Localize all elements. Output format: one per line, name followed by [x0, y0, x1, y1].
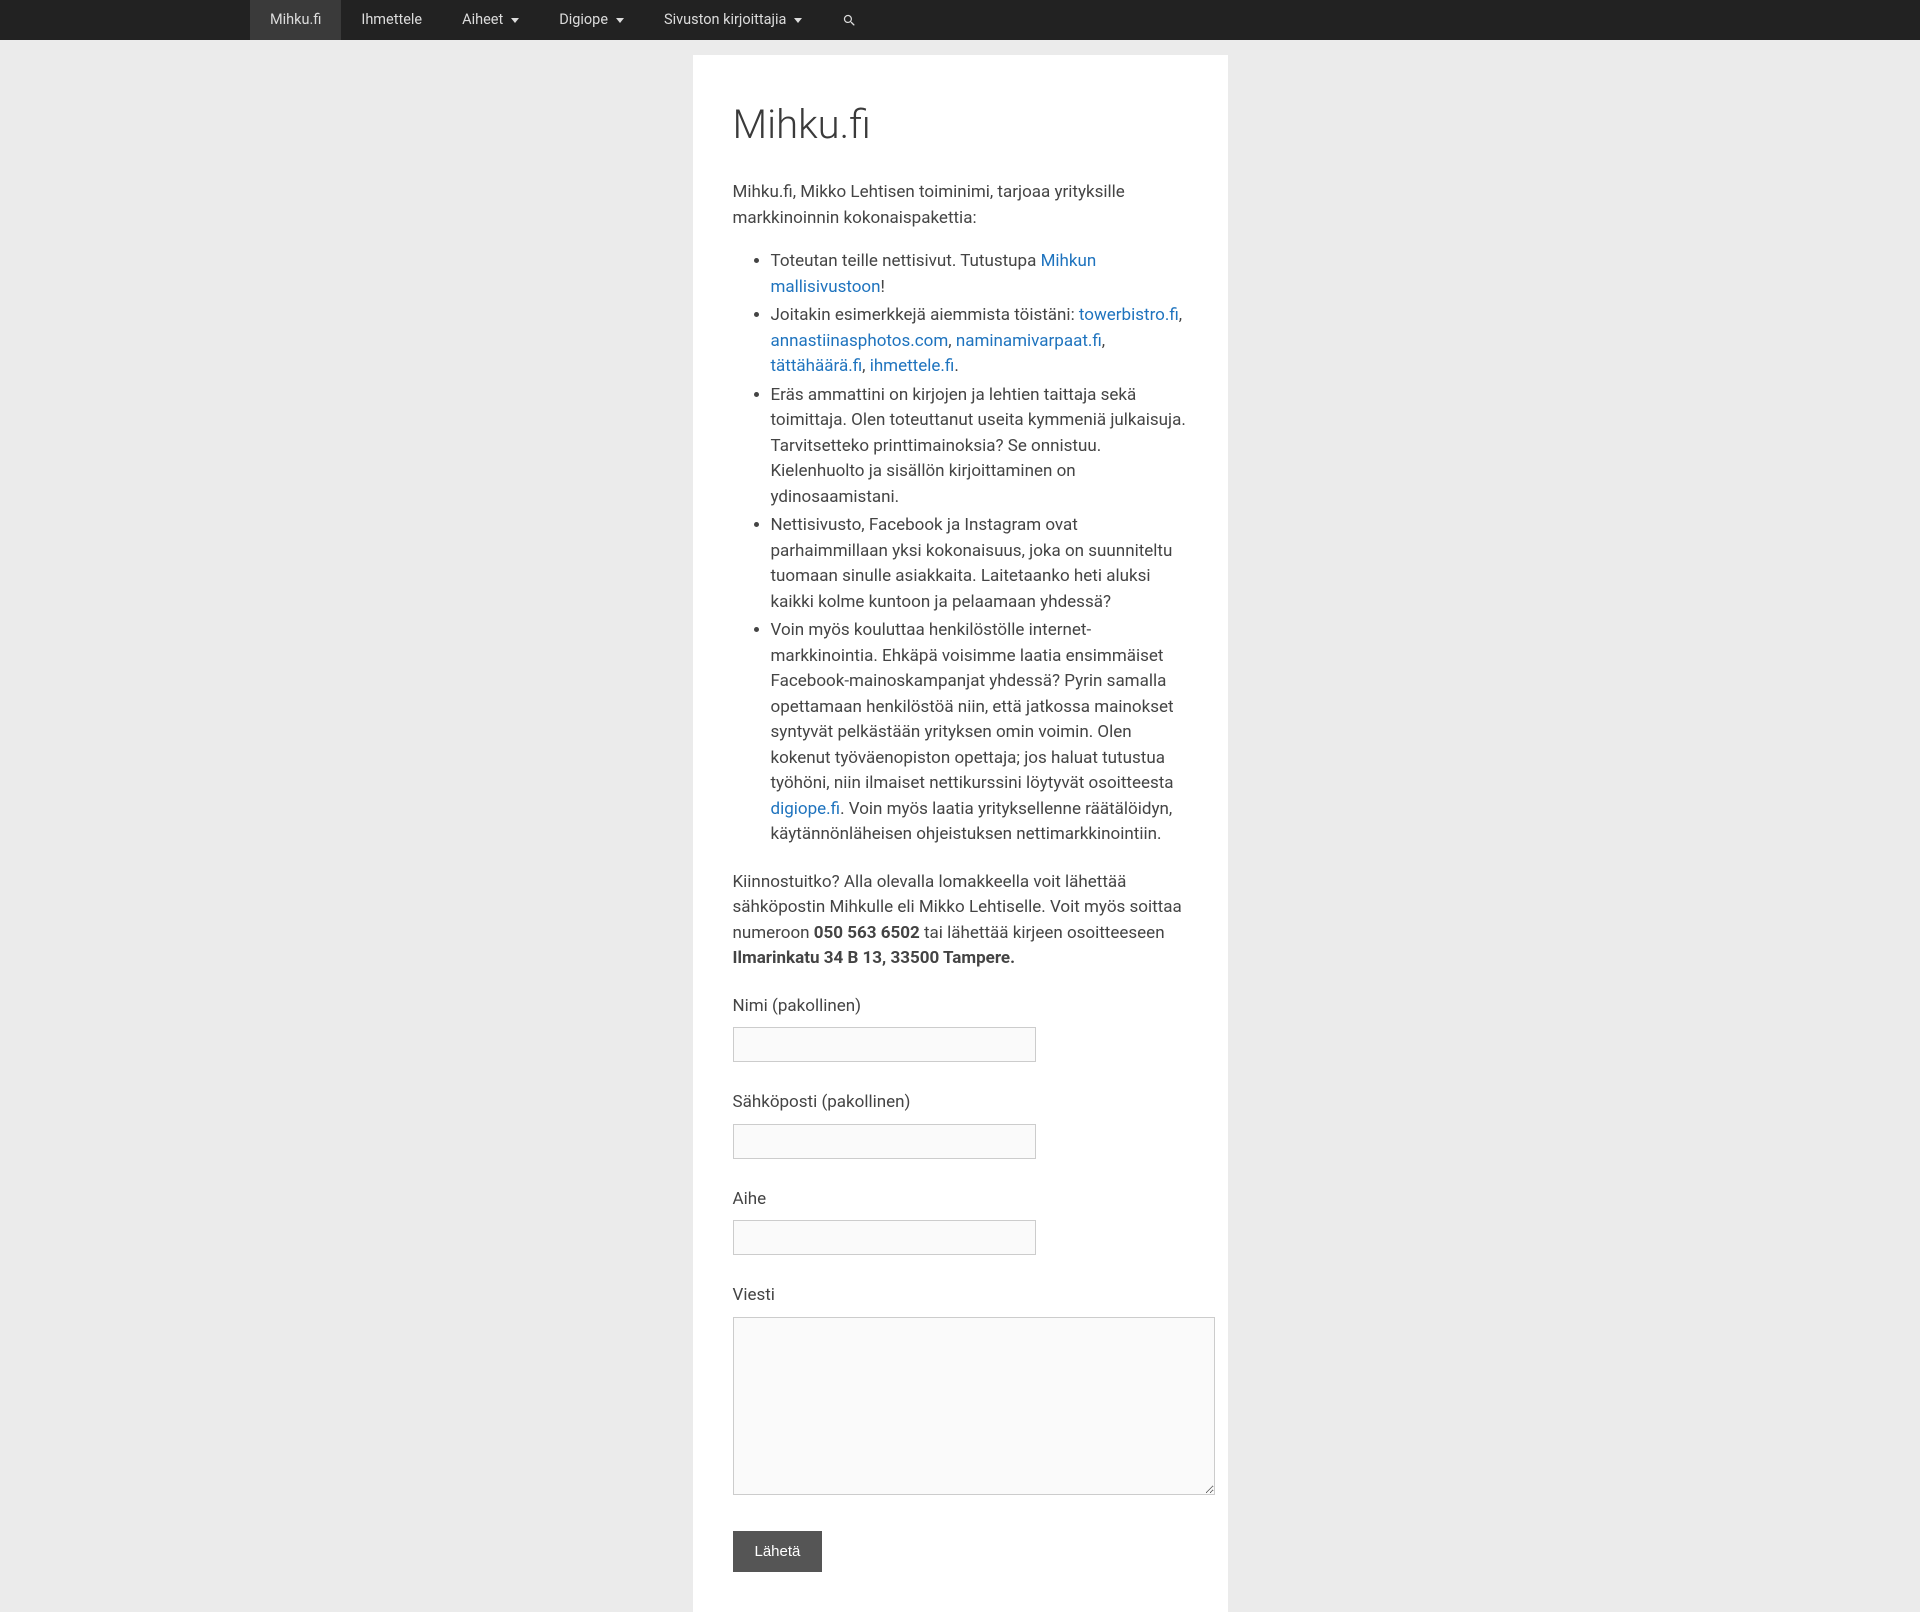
list-item: Toteutan teille nettisivut. Tutustupa Mi…: [771, 249, 1188, 300]
chevron-down-icon: [616, 18, 624, 23]
link-ihmettele[interactable]: ihmettele.fi: [870, 356, 955, 376]
nav-item-digiope[interactable]: Digiope: [539, 0, 644, 40]
nav-item-mihku[interactable]: Mihku.fi: [250, 0, 341, 40]
nav-label: Digiope: [559, 9, 608, 31]
text: ,: [862, 356, 870, 376]
name-input[interactable]: [733, 1027, 1036, 1062]
form-group-email: Sähköposti (pakollinen): [733, 1090, 1188, 1159]
email-label: Sähköposti (pakollinen): [733, 1090, 1188, 1116]
nav-label: Mihku.fi: [270, 9, 321, 31]
nav-item-aiheet[interactable]: Aiheet: [442, 0, 539, 40]
list-item: Nettisivusto, Facebook ja Instagram ovat…: [771, 513, 1188, 615]
nav-label: Aiheet: [462, 9, 503, 31]
text: !: [881, 277, 885, 297]
link-annastiinasphotos[interactable]: annastiinasphotos.com: [771, 331, 949, 351]
text: .: [954, 356, 958, 376]
nav-search-button[interactable]: [822, 0, 877, 40]
postal-address: Ilmarinkatu 34 B 13, 33500 Tampere.: [733, 948, 1016, 968]
search-icon: [842, 13, 857, 28]
list-item: Eräs ammattini on kirjojen ja lehtien ta…: [771, 383, 1188, 511]
nav-item-ihmettele[interactable]: Ihmettele: [341, 0, 442, 40]
chevron-down-icon: [794, 18, 802, 23]
submit-button[interactable]: Lähetä: [733, 1531, 823, 1572]
message-label: Viesti: [733, 1283, 1188, 1309]
text: Toteutan teille nettisivut. Tutustupa: [771, 251, 1041, 271]
form-group-name: Nimi (pakollinen): [733, 994, 1188, 1063]
email-input[interactable]: [733, 1124, 1036, 1159]
text: ,: [1102, 331, 1105, 351]
form-group-subject: Aihe: [733, 1187, 1188, 1256]
content-wrapper: Mihku.fi Mihku.fi, Mikko Lehtisen toimin…: [443, 40, 1478, 1612]
subject-label: Aihe: [733, 1187, 1188, 1213]
nav-label: Ihmettele: [361, 9, 422, 31]
message-textarea[interactable]: [733, 1317, 1215, 1495]
nav-label: Sivuston kirjoittajia: [664, 9, 786, 31]
services-list: Toteutan teille nettisivut. Tutustupa Mi…: [733, 249, 1188, 848]
top-navigation: Mihku.fi Ihmettele Aiheet Digiope Sivust…: [0, 0, 1920, 40]
list-item: Joitakin esimerkkejä aiemmista töistäni:…: [771, 303, 1188, 380]
text: Joitakin esimerkkejä aiemmista töistäni:: [771, 305, 1079, 325]
link-towerbistro[interactable]: towerbistro.fi: [1079, 305, 1179, 325]
text: ,: [1179, 305, 1182, 325]
form-group-message: Viesti: [733, 1283, 1188, 1503]
link-tattahaara[interactable]: tättähäärä.fi: [771, 356, 863, 376]
contact-paragraph: Kiinnostuitko? Alla olevalla lomakkeella…: [733, 870, 1188, 972]
text: Voin myös kouluttaa henkilöstölle intern…: [771, 620, 1174, 793]
name-label: Nimi (pakollinen): [733, 994, 1188, 1020]
intro-paragraph: Mihku.fi, Mikko Lehtisen toiminimi, tarj…: [733, 180, 1188, 231]
link-digiope[interactable]: digiope.fi: [771, 799, 841, 819]
subject-input[interactable]: [733, 1220, 1036, 1255]
text: ,: [948, 331, 956, 351]
contact-form: Nimi (pakollinen) Sähköposti (pakollinen…: [733, 994, 1188, 1573]
link-naminamivarpaat[interactable]: naminamivarpaat.fi: [956, 331, 1102, 351]
main-content: Mihku.fi Mihku.fi, Mikko Lehtisen toimin…: [693, 55, 1228, 1612]
text: tai lähettää kirjeen osoitteeseen: [920, 923, 1165, 943]
list-item: Voin myös kouluttaa henkilöstölle intern…: [771, 618, 1188, 848]
page-title: Mihku.fi: [733, 95, 1188, 155]
nav-item-sivuston-kirjoittajia[interactable]: Sivuston kirjoittajia: [644, 0, 822, 40]
chevron-down-icon: [511, 18, 519, 23]
phone-number: 050 563 6502: [814, 923, 920, 943]
